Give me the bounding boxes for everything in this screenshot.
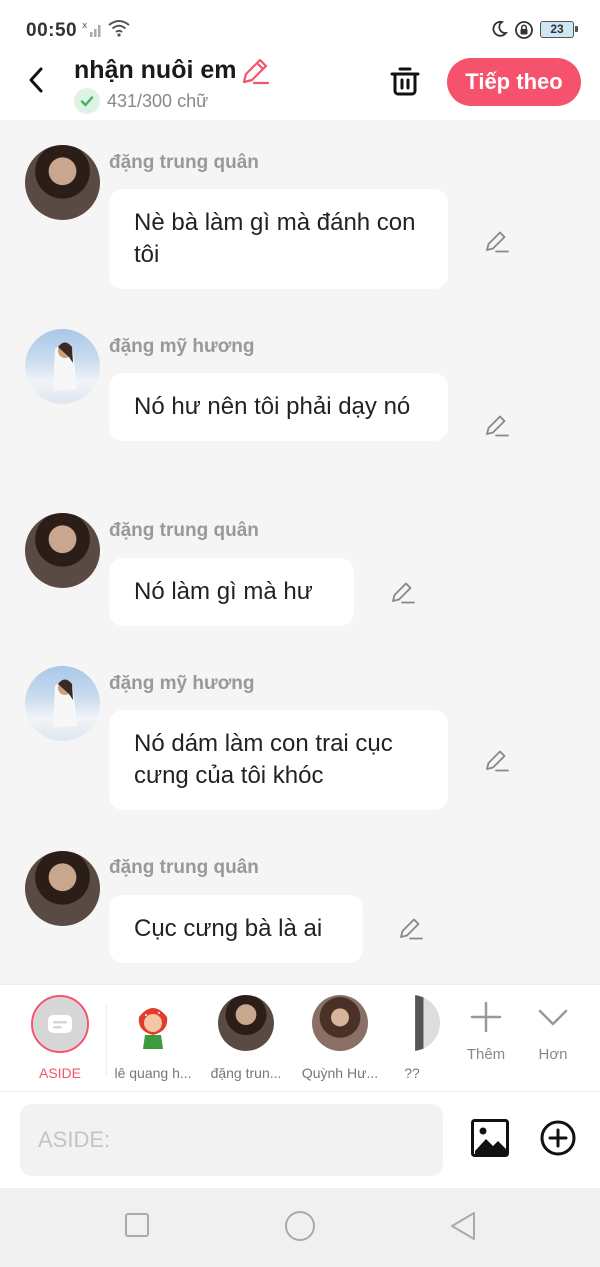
character-item[interactable]: Quỳnh Hư...	[300, 995, 380, 1081]
strawberry-avatar	[125, 995, 181, 1051]
add-character-button[interactable]: Thêm	[456, 999, 516, 1063]
sender-name: đặng trung quân	[109, 857, 259, 878]
add-label: Thêm	[466, 1046, 506, 1063]
delete-button[interactable]	[388, 64, 422, 103]
avatar	[384, 995, 440, 1051]
character-item[interactable]: lê quang h...	[113, 995, 193, 1081]
editor-header: nhận nuôi em 431/300 chữ Tiếp theo	[0, 56, 600, 120]
check-icon	[74, 88, 100, 114]
aside-label: ASIDE	[38, 1065, 81, 1081]
moon-icon	[490, 20, 508, 43]
sender-name: đặng trung quân	[109, 520, 259, 541]
edit-message-icon[interactable]	[484, 747, 510, 778]
word-count-text: 431/300 chữ	[107, 90, 209, 111]
sender-name: đặng mỹ hương	[109, 673, 255, 694]
wifi-icon	[108, 19, 130, 42]
back-button[interactable]	[22, 64, 52, 96]
battery-indicator: 23	[540, 21, 578, 38]
avatar	[218, 995, 274, 1051]
message-bubble[interactable]: Nó dám làm con trai cục cưng của tôi khó…	[109, 710, 448, 810]
expand-button[interactable]: Hơn	[523, 999, 583, 1063]
sender-name: đặng trung quân	[109, 152, 259, 173]
edit-message-icon[interactable]	[398, 915, 424, 946]
back-nav-button[interactable]	[448, 1210, 478, 1247]
avatar[interactable]	[25, 666, 100, 741]
sender-name: đặng mỹ hương	[109, 336, 255, 357]
message-bubble[interactable]: Nó làm gì mà hư	[109, 558, 354, 626]
navigation-bar	[0, 1188, 600, 1267]
avatar[interactable]	[25, 513, 100, 588]
message-bubble[interactable]: Nó hư nên tôi phải dạy nó	[109, 373, 448, 441]
character-name: ??	[404, 1065, 420, 1081]
avatar[interactable]	[25, 329, 100, 404]
rotation-lock-icon	[514, 20, 534, 45]
edit-title-icon[interactable]	[240, 56, 270, 91]
add-button[interactable]	[540, 1120, 576, 1161]
character-item[interactable]: ??	[384, 995, 440, 1081]
character-item[interactable]: đặng trun...	[206, 995, 286, 1081]
status-time: 00:50	[26, 20, 78, 41]
edit-message-icon[interactable]	[390, 579, 416, 610]
signal-icon: x	[82, 20, 104, 43]
edit-message-icon[interactable]	[484, 412, 510, 443]
image-icon	[471, 1119, 509, 1157]
triangle-back-icon	[451, 1212, 475, 1240]
edit-message-icon[interactable]	[484, 228, 510, 259]
avatar[interactable]	[25, 145, 100, 220]
avatar[interactable]	[25, 851, 100, 926]
message-bubble[interactable]: Nè bà làm gì mà đánh con tôi	[109, 189, 448, 289]
status-bar: 00:50 x 23	[0, 0, 600, 56]
message-bubble[interactable]: Cục cưng bà là ai	[109, 895, 363, 963]
character-name: Quỳnh Hư...	[301, 1065, 379, 1081]
avatar	[312, 995, 368, 1051]
image-button[interactable]	[470, 1118, 510, 1163]
character-name: đặng trun...	[210, 1065, 282, 1081]
plus-circle-icon	[540, 1120, 576, 1156]
chevron-down-icon	[538, 1009, 568, 1026]
aside-character[interactable]: ASIDE	[20, 995, 100, 1081]
input-bar	[0, 1092, 600, 1188]
home-button[interactable]	[284, 1210, 316, 1247]
expand-label: Hơn	[538, 1046, 568, 1063]
plus-icon	[470, 1001, 502, 1033]
divider	[106, 1005, 107, 1075]
character-name: lê quang h...	[114, 1065, 192, 1081]
aside-icon	[31, 995, 89, 1053]
character-bar: ASIDE lê quang h... đặng trun... Quỳnh H…	[0, 984, 600, 1092]
recents-button[interactable]	[124, 1212, 150, 1243]
svg-text:x: x	[82, 21, 88, 31]
next-button[interactable]: Tiếp theo	[447, 58, 581, 106]
circle-icon	[285, 1211, 315, 1241]
square-icon	[125, 1213, 149, 1237]
aside-input[interactable]	[20, 1104, 443, 1176]
story-title[interactable]: nhận nuôi em	[74, 56, 237, 85]
word-count: 431/300 chữ	[74, 88, 208, 114]
